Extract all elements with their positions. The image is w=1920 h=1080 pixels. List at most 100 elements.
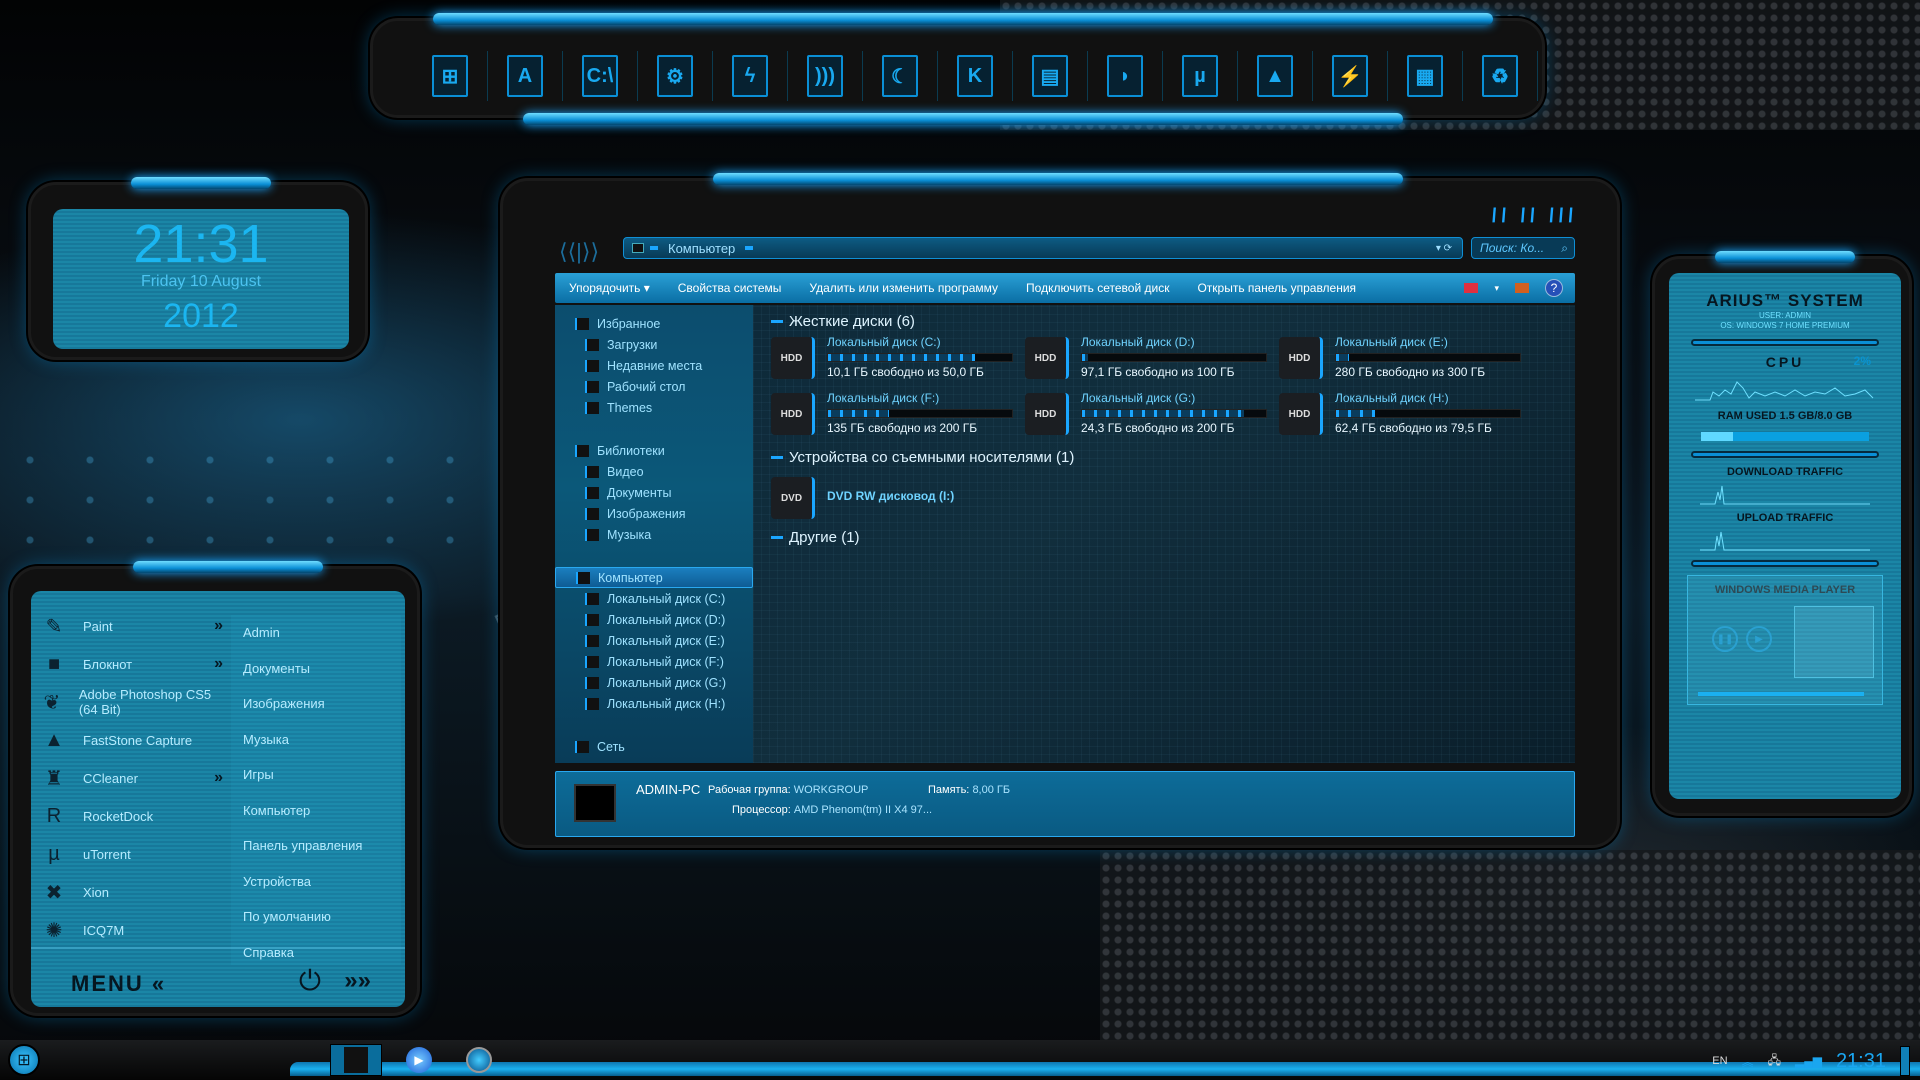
power-icon[interactable]: ⏻ <box>299 965 321 998</box>
submenu-arrow-icon[interactable]: » <box>214 617 223 635</box>
cpu-graph <box>1695 381 1874 401</box>
search-input[interactable]: Поиск: Ко... ⌕ <box>1471 237 1575 259</box>
play-button[interactable]: ▶ <box>1746 626 1772 652</box>
nav-section[interactable]: Библиотеки <box>555 440 753 461</box>
explorer-taskbar-icon[interactable] <box>330 1044 382 1076</box>
drive-item[interactable]: HDD Локальный диск (G:) 24,3 ГБ свободно и… <box>1025 391 1275 441</box>
program-list: ✎ Paint » ■ Блокнот » ❦ Adobe Photoshop CS5 (64… <box>43 607 223 949</box>
dock-item[interactable]: ▤ <box>1013 51 1088 101</box>
media-progress[interactable] <box>1698 692 1864 696</box>
nav-section[interactable]: Избранное <box>555 313 753 334</box>
program-item[interactable]: ✺ ICQ7M <box>43 911 223 949</box>
place-link[interactable]: По умолчанию <box>231 899 401 935</box>
group-hard-disks[interactable]: Жесткие диски (6) <box>771 313 915 330</box>
nav-item[interactable]: Локальный диск (H:) <box>555 693 753 714</box>
address-dropdown-icon[interactable]: ▾ ⟳ <box>1436 243 1452 254</box>
vlc-icon: ▲ <box>1257 55 1293 97</box>
nav-section[interactable]: Компьютер <box>555 567 753 588</box>
dock-item[interactable]: ◗ <box>1088 51 1163 101</box>
program-item[interactable]: R RocketDock <box>43 797 223 835</box>
dock-item[interactable]: ϟ <box>713 51 788 101</box>
toolbar-button[interactable]: Открыть панель управления <box>1183 281 1370 295</box>
place-link[interactable]: Музыка <box>231 722 401 758</box>
network-tray-icon[interactable]: 🖧 <box>1768 1051 1781 1072</box>
place-link[interactable]: Admin <box>231 615 401 651</box>
all-programs-button[interactable]: MENU « <box>71 971 166 997</box>
breadcrumb-computer[interactable]: Компьютер <box>668 241 735 256</box>
toolbar-button[interactable]: Свойства системы <box>664 281 796 295</box>
nav-section[interactable]: Сеть <box>555 736 753 757</box>
dock-item[interactable]: K <box>938 51 1013 101</box>
dock-item[interactable]: C:\ <box>563 51 638 101</box>
group-other[interactable]: Другие (1) <box>771 529 860 546</box>
dock-item[interactable]: ⚙ <box>638 51 713 101</box>
drive-item[interactable]: HDD Локальный диск (C:) 10,1 ГБ свободно и… <box>771 335 1021 385</box>
place-link[interactable]: Панель управления <box>231 828 401 864</box>
nav-item[interactable]: Загрузки <box>555 334 753 355</box>
dock-item[interactable]: ☾ <box>863 51 938 101</box>
nav-item[interactable]: Недавние места <box>555 355 753 376</box>
dock-item[interactable]: ▲ <box>1238 51 1313 101</box>
program-label: Блокнот <box>83 656 133 672</box>
language-indicator[interactable]: EN <box>1712 1055 1727 1067</box>
view-options-icon[interactable] <box>1464 283 1479 293</box>
drive-item[interactable]: HDD Локальный диск (D:) 97,1 ГБ свободно и… <box>1025 335 1275 385</box>
start-button[interactable]: ⊞ <box>8 1044 40 1076</box>
toolbar-button[interactable]: Подключить сетевой диск <box>1012 281 1183 295</box>
back-forward-buttons[interactable]: ⟨⟨|⟩⟩ <box>559 239 599 265</box>
dock-item[interactable]: ⚡ <box>1313 51 1388 101</box>
address-bar[interactable]: Компьютер ▾ ⟳ <box>623 237 1463 259</box>
dock-item[interactable]: ))) <box>788 51 863 101</box>
divider <box>1691 451 1879 458</box>
pause-button[interactable]: ❚❚ <box>1712 626 1738 652</box>
dock-item[interactable]: µ <box>1163 51 1238 101</box>
nav-item[interactable]: Музыка <box>555 524 753 545</box>
nav-item[interactable]: Локальный диск (E:) <box>555 630 753 651</box>
drive-item[interactable]: HDD Локальный диск (F:) 135 ГБ свободно из… <box>771 391 1021 441</box>
place-link[interactable]: Изображения <box>231 686 401 722</box>
nav-item[interactable]: Изображения <box>555 503 753 524</box>
nav-item[interactable]: Themes <box>555 397 753 418</box>
show-hidden-icons-icon[interactable]: ︽ <box>1742 1053 1754 1070</box>
toolbar-button[interactable]: Удалить или изменить программу <box>795 281 1012 295</box>
nav-item[interactable]: Документы <box>555 482 753 503</box>
program-item[interactable]: ✖ Xion <box>43 873 223 911</box>
dock-item[interactable]: ▦ <box>1388 51 1463 101</box>
browser-taskbar-icon[interactable] <box>464 1044 494 1076</box>
toolbar-button[interactable]: Упорядочить ▾ <box>555 281 664 295</box>
nav-item[interactable]: Локальный диск (G:) <box>555 672 753 693</box>
signal-icon[interactable]: ▂▄▆ <box>1795 1054 1822 1068</box>
group-removable[interactable]: Устройства со съемными носителями (1) <box>771 449 1074 466</box>
nav-item[interactable]: Рабочий стол <box>555 376 753 397</box>
view-dropdown-icon[interactable]: ▾ <box>1494 283 1499 294</box>
place-link[interactable]: Игры <box>231 757 401 793</box>
drive-free-space: 280 ГБ свободно из 300 ГБ <box>1335 365 1486 379</box>
nav-item[interactable]: Локальный диск (D:) <box>555 609 753 630</box>
place-link[interactable]: Документы <box>231 651 401 687</box>
dock-item[interactable]: A <box>488 51 563 101</box>
nav-item[interactable]: Видео <box>555 461 753 482</box>
dvd-drive[interactable]: DVD DVD RW дисковод (I:) <box>771 475 1021 525</box>
program-item[interactable]: ■ Блокнот » <box>43 645 223 683</box>
place-link[interactable]: Устройства <box>231 864 401 900</box>
show-desktop-button[interactable] <box>1900 1046 1910 1076</box>
nav-item[interactable]: Локальный диск (C:) <box>555 588 753 609</box>
program-item[interactable]: µ uTorrent <box>43 835 223 873</box>
dock-item[interactable]: ♻ <box>1463 51 1538 101</box>
submenu-arrow-icon[interactable]: » <box>214 769 223 787</box>
help-icon[interactable]: ? <box>1545 279 1563 297</box>
shutdown-options-button[interactable]: »» <box>344 967 371 995</box>
preview-pane-icon[interactable] <box>1515 283 1529 293</box>
place-link[interactable]: Компьютер <box>231 793 401 829</box>
media-player-taskbar-icon[interactable]: ▶ <box>404 1044 434 1076</box>
program-item[interactable]: ♜ CCleaner » <box>43 759 223 797</box>
nav-item[interactable]: Локальный диск (F:) <box>555 651 753 672</box>
program-item[interactable]: ▲ FastStone Capture <box>43 721 223 759</box>
drive-item[interactable]: HDD Локальный диск (E:) 280 ГБ свободно из… <box>1279 335 1529 385</box>
program-item[interactable]: ❦ Adobe Photoshop CS5 (64 Bit) <box>43 683 223 721</box>
drive-item[interactable]: HDD Локальный диск (H:) 62,4 ГБ свободно и… <box>1279 391 1529 441</box>
submenu-arrow-icon[interactable]: » <box>214 655 223 673</box>
dock-item[interactable]: ⊞ <box>413 51 488 101</box>
program-item[interactable]: ✎ Paint » <box>43 607 223 645</box>
taskbar-clock[interactable]: 21:31 <box>1836 1050 1886 1073</box>
